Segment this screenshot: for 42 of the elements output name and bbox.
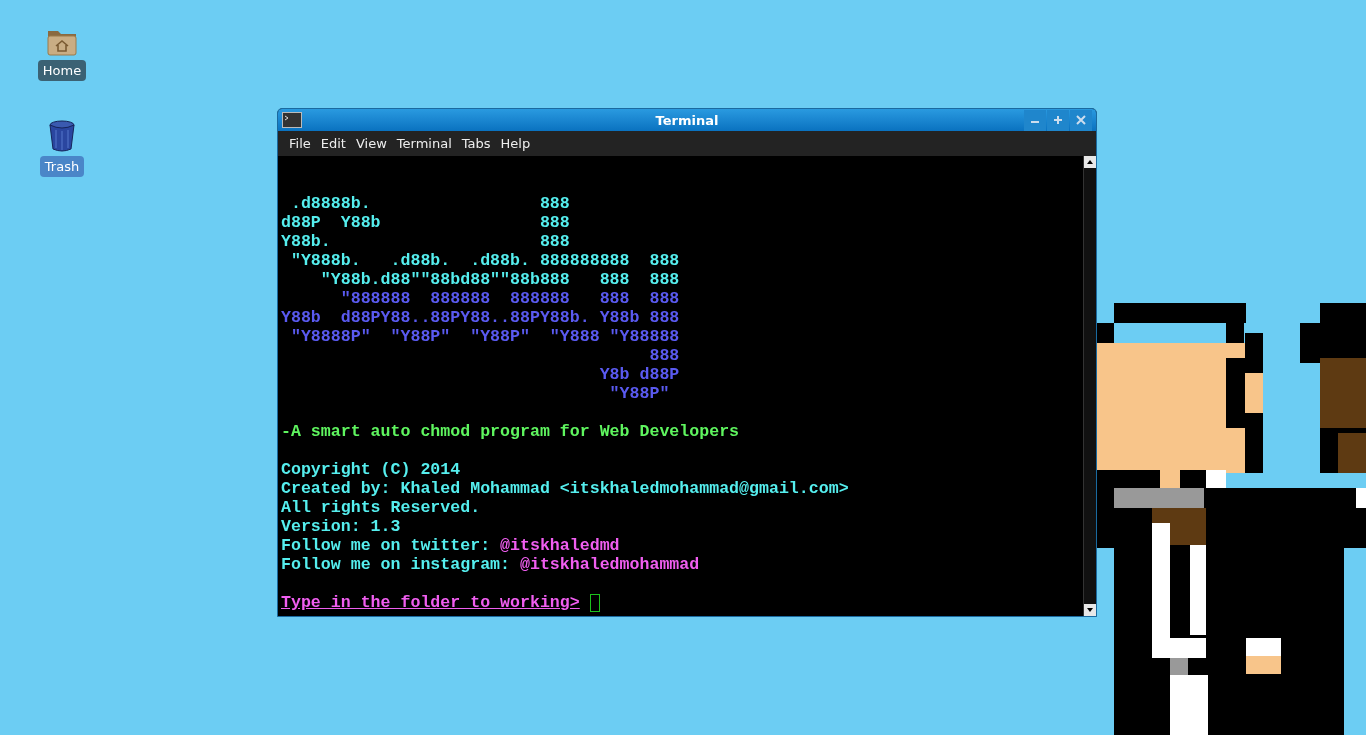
terminal-line: Y88b. 888 — [281, 232, 571, 251]
up-arrow-icon — [1087, 160, 1093, 164]
close-button[interactable] — [1070, 109, 1092, 131]
menu-item[interactable]: Help — [495, 134, 536, 153]
terminal-line: Follow me on instagram: @itskhaledmohammad — [281, 555, 701, 574]
scroll-down-button[interactable] — [1084, 604, 1096, 616]
terminal-line: Version: 1.3 — [281, 517, 402, 536]
terminal-line: "Y888b. .d88b. .d88b. 888888888 888 — [289, 251, 681, 270]
desktop-icon-label[interactable]: Home — [37, 60, 87, 81]
terminal-line: .d8888b. 888 — [289, 194, 571, 213]
terminal-line: Created by: Khaled Mohammad <itskhaledmohammad@gmail.com> — [281, 479, 850, 498]
plus-icon — [1053, 115, 1063, 125]
menu-item[interactable]: View — [350, 134, 392, 153]
terminal-line: Y8b d88P — [598, 365, 681, 384]
terminal-icon[interactable] — [282, 112, 302, 128]
maximize-button[interactable] — [1047, 109, 1069, 131]
close-icon — [1076, 115, 1086, 125]
text-cursor[interactable] — [589, 593, 600, 612]
terminal-line: 888 — [648, 346, 681, 365]
terminal-line: "Y88P" — [608, 384, 671, 403]
scroll-up-button[interactable] — [1084, 156, 1096, 168]
terminal-line: Y88b d88PY88..88PY88..88PY88b. Y88b 888 — [281, 308, 681, 327]
menu-item[interactable]: Terminal — [391, 134, 457, 153]
terminal-line: Follow me on twitter: @itskhaledmd — [281, 536, 621, 555]
terminal-line: Copyright (C) 2014 — [281, 460, 462, 479]
terminal-line: d88P Y88b 888 — [281, 213, 571, 232]
window-title: Terminal — [654, 112, 720, 128]
terminal-line: "888888 888888 888888 888 888 — [339, 289, 681, 308]
terminal-line: "Y8888P" "Y88P" "Y88P" "Y888 "Y88888 — [289, 327, 681, 346]
scrollbar[interactable] — [1083, 156, 1096, 616]
trash-icon[interactable] — [48, 120, 76, 152]
input-prompt: Type in the folder to working> — [281, 593, 580, 612]
terminal-line: "Y88b.d88""88bd88""88b888 888 888 — [319, 270, 681, 289]
terminal-line: All rights Reserved. — [281, 498, 482, 517]
terminal-line: -A smart auto chmod program for Web Developers — [281, 422, 741, 441]
minimize-button[interactable] — [1024, 109, 1046, 131]
menu-item[interactable]: Edit — [315, 134, 351, 153]
menu-item[interactable]: File — [284, 134, 316, 153]
home-folder-icon[interactable] — [46, 28, 78, 56]
down-arrow-icon — [1087, 608, 1093, 612]
menu-item[interactable]: Tabs — [456, 134, 496, 153]
desktop-icon-label[interactable]: Trash — [39, 156, 85, 177]
